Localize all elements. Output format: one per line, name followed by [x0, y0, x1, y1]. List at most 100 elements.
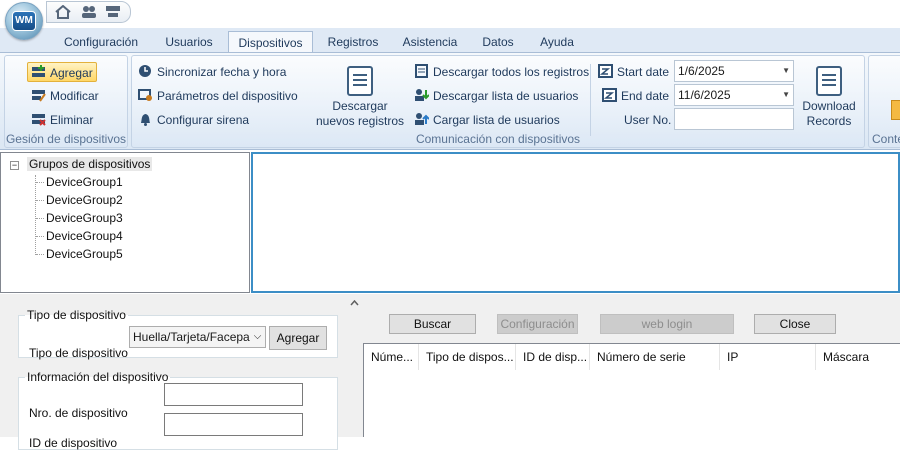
add-device-button[interactable]: Agregar	[27, 62, 97, 82]
search-button[interactable]: Buscar	[389, 314, 476, 334]
tree-connector	[36, 200, 44, 201]
tree-connector	[36, 236, 44, 237]
chevron-down-icon[interactable]: ⌵	[250, 328, 265, 346]
group-device-communication: Sincronizar fecha y hora Parámetros del …	[131, 55, 865, 148]
group-label-device-management: Gesión de dispositivos	[5, 132, 127, 146]
delete-device-label: Eliminar	[50, 113, 94, 127]
device-number-input[interactable]	[164, 383, 303, 406]
document-download-icon	[816, 66, 842, 96]
add-device-type-button[interactable]: Agregar	[269, 326, 327, 350]
device-search-grid[interactable]: Núme... Tipo de dispos... ID de disp... …	[363, 343, 900, 437]
config-siren-button[interactable]: Configurar sirena	[138, 110, 249, 130]
tree-item-devicegroup3[interactable]: DeviceGroup3	[46, 211, 123, 225]
tree-collapse-toggle[interactable]: −	[10, 161, 19, 170]
tree-connector	[36, 182, 44, 183]
tree-connector	[36, 254, 44, 255]
modify-device-label: Modificar	[50, 89, 99, 103]
start-date-value: 1/6/2025	[678, 64, 725, 78]
device-type-label: Tipo de dispositivo	[29, 346, 128, 360]
user-no-label: User No.	[624, 113, 672, 127]
users-icon[interactable]	[81, 5, 97, 19]
web-login-button[interactable]: web login	[600, 314, 734, 334]
upload-users-button[interactable]: Cargar lista de usuarios	[414, 110, 560, 130]
ribbon: Agregar Modificar Eliminar Gesión de dis…	[0, 52, 900, 150]
sync-time-label: Sincronizar fecha y hora	[157, 65, 287, 79]
ribbon-tab-strip: Configuración Usuarios Dispositivos Regi…	[0, 28, 900, 53]
device-number-label: Nro. de dispositivo	[29, 406, 128, 420]
ribbon-separator	[590, 64, 591, 136]
device-id-input[interactable]	[164, 413, 303, 436]
tab-configuracion[interactable]: Configuración	[60, 33, 142, 52]
add-device-label: Agregar	[50, 66, 93, 80]
user-no-input[interactable]	[674, 108, 794, 130]
close-button[interactable]: Close	[754, 314, 836, 334]
partial-group-icon[interactable]	[891, 100, 900, 120]
column-header-mascara[interactable]: Máscara	[816, 344, 900, 370]
records-icon	[415, 64, 428, 78]
download-new-line1: Descargar	[332, 99, 388, 113]
group-partial: Conte	[868, 55, 900, 148]
download-records-button[interactable]: Download Records	[798, 66, 860, 129]
config-siren-label: Configurar sirena	[157, 113, 250, 127]
scroll-up-icon[interactable]	[350, 300, 359, 306]
configuration-button[interactable]: Configuración	[497, 314, 578, 334]
app-menu-button[interactable]: WM	[5, 2, 43, 40]
document-download-icon	[347, 66, 373, 96]
device-list-panel[interactable]	[251, 152, 900, 293]
tab-registros[interactable]: Registros	[324, 33, 382, 52]
group-device-management: Agregar Modificar Eliminar Gesión de dis…	[4, 55, 128, 148]
column-header-serie[interactable]: Número de serie	[590, 344, 720, 370]
device-type-legend: Tipo de dispositivo	[27, 308, 126, 322]
quick-access-toolbar	[46, 1, 131, 23]
download-users-label: Descargar lista de usuarios	[433, 89, 579, 103]
tree-item-devicegroup2[interactable]: DeviceGroup2	[46, 193, 123, 207]
device-params-label: Parámetros del dispositivo	[157, 89, 298, 103]
tab-dispositivos[interactable]: Dispositivos	[228, 31, 313, 53]
end-date-value: 11/6/2025	[678, 88, 731, 102]
column-header-ip[interactable]: IP	[720, 344, 816, 370]
column-header-tipo[interactable]: Tipo de dispos...	[419, 344, 516, 370]
device-settings-icon	[138, 89, 152, 101]
add-device-icon	[32, 65, 45, 77]
tree-root-node[interactable]: Grupos de dispositivos	[27, 157, 153, 171]
column-header-numero[interactable]: Núme...	[364, 344, 419, 370]
start-date-label: Start date	[617, 65, 670, 79]
download-records-line1: Download	[802, 99, 856, 113]
start-date-picker[interactable]: 1/6/2025 ▼	[674, 60, 794, 82]
device-group-tree[interactable]: − Grupos de dispositivos DeviceGroup1 De…	[0, 152, 250, 293]
sync-time-button[interactable]: Sincronizar fecha y hora	[138, 62, 286, 82]
tree-connector	[36, 218, 44, 219]
column-header-id[interactable]: ID de disp...	[516, 344, 590, 370]
device-info-groupbox: Información del dispositivo Nro. de disp…	[18, 370, 338, 450]
download-users-button[interactable]: Descargar lista de usuarios	[414, 86, 578, 106]
modify-device-button[interactable]: Modificar	[31, 86, 99, 106]
vertical-scrollbar[interactable]	[347, 294, 362, 437]
tab-usuarios[interactable]: Usuarios	[160, 33, 218, 52]
upload-users-label: Cargar lista de usuarios	[433, 113, 560, 127]
home-icon[interactable]	[55, 5, 71, 19]
download-new-line2: nuevos registros	[315, 114, 405, 128]
delete-device-button[interactable]: Eliminar	[31, 110, 93, 130]
tree-connector	[35, 175, 36, 255]
tree-item-devicegroup5[interactable]: DeviceGroup5	[46, 247, 123, 261]
tree-item-devicegroup1[interactable]: DeviceGroup1	[46, 175, 123, 189]
tab-ayuda[interactable]: Ayuda	[535, 33, 579, 52]
tab-datos[interactable]: Datos	[478, 33, 518, 52]
device-id-label: ID de dispositivo	[29, 436, 118, 450]
device-icon[interactable]	[105, 5, 121, 19]
download-records-line2: Records	[806, 114, 852, 128]
download-users-icon	[415, 89, 429, 101]
device-params-button[interactable]: Parámetros del dispositivo	[138, 86, 298, 106]
edit-icon	[32, 90, 46, 102]
dropdown-arrow-icon: ▼	[782, 66, 790, 75]
tab-asistencia[interactable]: Asistencia	[399, 33, 461, 52]
device-type-selected: Huella/Tarjeta/Facepass	[133, 330, 262, 344]
tree-item-devicegroup4[interactable]: DeviceGroup4	[46, 229, 123, 243]
download-new-records-button[interactable]: Descargar nuevos registros	[314, 66, 406, 129]
download-all-label: Descargar todos los registros	[433, 65, 590, 79]
start-date-label-row: Start date	[598, 62, 669, 82]
title-bar	[0, 0, 900, 28]
download-all-records-button[interactable]: Descargar todos los registros	[414, 62, 589, 82]
device-type-select[interactable]: Huella/Tarjeta/Facepass	[129, 326, 266, 348]
end-date-picker[interactable]: 11/6/2025 ▼	[674, 84, 794, 106]
